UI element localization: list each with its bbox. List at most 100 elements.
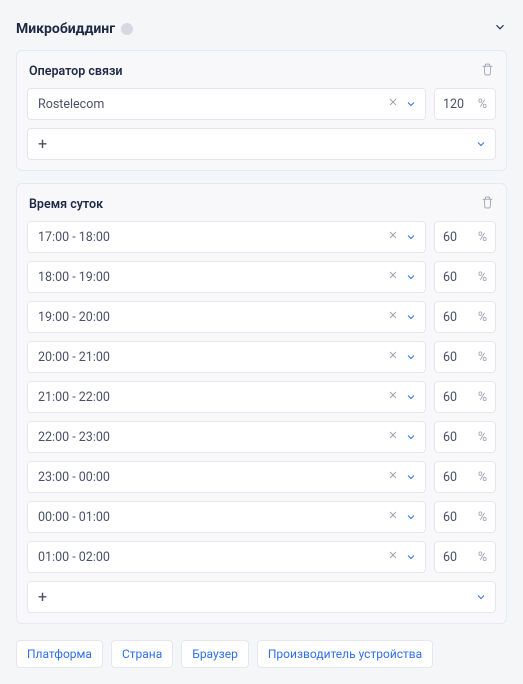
chevron-down-icon [405, 391, 417, 403]
value-number: 60 [443, 430, 457, 445]
group-row: Rostelecom 120 % [27, 88, 496, 120]
close-icon [387, 96, 399, 108]
value-unit: % [478, 390, 487, 405]
value-number: 60 [443, 510, 457, 525]
value-unit: % [478, 270, 487, 285]
select-value: 23:00 - 00:00 [38, 470, 110, 485]
chevron-down-icon [405, 311, 417, 323]
close-icon [387, 429, 399, 441]
close-icon [387, 229, 399, 241]
group-title: Время суток [29, 197, 103, 212]
clear-button[interactable] [387, 349, 399, 365]
clear-button[interactable] [387, 509, 399, 525]
chip-country[interactable]: Страна [111, 640, 173, 668]
value-number: 60 [443, 230, 457, 245]
chevron-down-icon [405, 431, 417, 443]
close-icon [387, 469, 399, 481]
select-dropdown[interactable]: 18:00 - 19:00 [27, 261, 426, 293]
value-input[interactable]: 60% [434, 381, 496, 413]
select-value: 22:00 - 23:00 [38, 430, 110, 445]
value-number: 120 [443, 97, 464, 112]
value-unit: % [478, 550, 487, 565]
plus-icon: + [38, 136, 47, 152]
select-value: 19:00 - 20:00 [38, 310, 110, 325]
select-dropdown[interactable]: 01:00 - 02:00 [27, 541, 426, 573]
select-value: 17:00 - 18:00 [38, 230, 110, 245]
value-unit: % [478, 350, 487, 365]
info-icon[interactable] [121, 23, 133, 35]
chip-label: Браузер [192, 647, 238, 661]
chevron-down-icon [405, 551, 417, 563]
group-row: 19:00 - 20:00 60% [27, 301, 496, 333]
group-row: 17:00 - 18:00 60% [27, 221, 496, 253]
delete-group-button[interactable] [481, 196, 494, 213]
chip-label: Платформа [27, 647, 92, 661]
chip-browser[interactable]: Браузер [181, 640, 249, 668]
delete-group-button[interactable] [481, 63, 494, 80]
value-input[interactable]: 60% [434, 221, 496, 253]
value-input[interactable]: 60% [434, 301, 496, 333]
value-input[interactable]: 60% [434, 261, 496, 293]
value-unit: % [478, 470, 487, 485]
select-dropdown[interactable]: 00:00 - 01:00 [27, 501, 426, 533]
select-dropdown[interactable]: 19:00 - 20:00 [27, 301, 426, 333]
section-header: Микробиддинг [16, 16, 507, 50]
select-dropdown[interactable]: 22:00 - 23:00 [27, 421, 426, 453]
select-value: 00:00 - 01:00 [38, 510, 110, 525]
value-unit: % [478, 510, 487, 525]
group-operator: Оператор связи Rostelecom 120 % + [16, 50, 507, 171]
value-input[interactable]: 60% [434, 461, 496, 493]
value-input[interactable]: 60% [434, 501, 496, 533]
clear-button[interactable] [387, 229, 399, 245]
clear-button[interactable] [387, 549, 399, 565]
select-dropdown[interactable]: 21:00 - 22:00 [27, 381, 426, 413]
chevron-down-icon [405, 351, 417, 363]
group-row: 23:00 - 00:00 60% [27, 461, 496, 493]
select-value: 01:00 - 02:00 [38, 550, 110, 565]
chip-label: Производитель устройства [268, 647, 422, 661]
select-dropdown[interactable]: 20:00 - 21:00 [27, 341, 426, 373]
value-number: 60 [443, 550, 457, 565]
clear-button[interactable] [387, 389, 399, 405]
chevron-down-icon [493, 20, 507, 34]
value-input[interactable]: 60% [434, 421, 496, 453]
value-unit: % [478, 97, 487, 112]
add-button[interactable]: + [27, 581, 496, 613]
group-time: Время суток 17:00 - 18:00 60% 18:00 - 19… [16, 183, 507, 624]
close-icon [387, 389, 399, 401]
select-value: Rostelecom [38, 97, 104, 112]
value-input[interactable]: 60% [434, 541, 496, 573]
add-row: + [27, 581, 496, 613]
value-input[interactable]: 120 % [434, 88, 496, 120]
select-dropdown[interactable]: 17:00 - 18:00 [27, 221, 426, 253]
collapse-toggle[interactable] [493, 20, 507, 38]
chevron-down-icon [405, 231, 417, 243]
trash-icon [481, 63, 494, 76]
clear-button[interactable] [387, 269, 399, 285]
chip-platform[interactable]: Платформа [16, 640, 103, 668]
section-title-wrap: Микробиддинг [16, 21, 133, 37]
clear-button[interactable] [387, 96, 399, 112]
value-input[interactable]: 60% [434, 341, 496, 373]
chip-label: Страна [122, 647, 162, 661]
chip-device-manufacturer[interactable]: Производитель устройства [257, 640, 433, 668]
close-icon [387, 509, 399, 521]
chevron-down-icon [475, 591, 487, 603]
value-unit: % [478, 230, 487, 245]
chevron-down-icon [405, 98, 417, 110]
chevron-down-icon [475, 138, 487, 150]
close-icon [387, 549, 399, 561]
add-button[interactable]: + [27, 128, 496, 160]
chevron-down-icon [405, 511, 417, 523]
select-dropdown[interactable]: 23:00 - 00:00 [27, 461, 426, 493]
value-number: 60 [443, 390, 457, 405]
plus-icon: + [38, 589, 47, 605]
select-value: 20:00 - 21:00 [38, 350, 110, 365]
select-dropdown[interactable]: Rostelecom [27, 88, 426, 120]
clear-button[interactable] [387, 309, 399, 325]
section-title: Микробиддинг [16, 21, 115, 37]
clear-button[interactable] [387, 429, 399, 445]
value-number: 60 [443, 350, 457, 365]
value-number: 60 [443, 470, 457, 485]
clear-button[interactable] [387, 469, 399, 485]
